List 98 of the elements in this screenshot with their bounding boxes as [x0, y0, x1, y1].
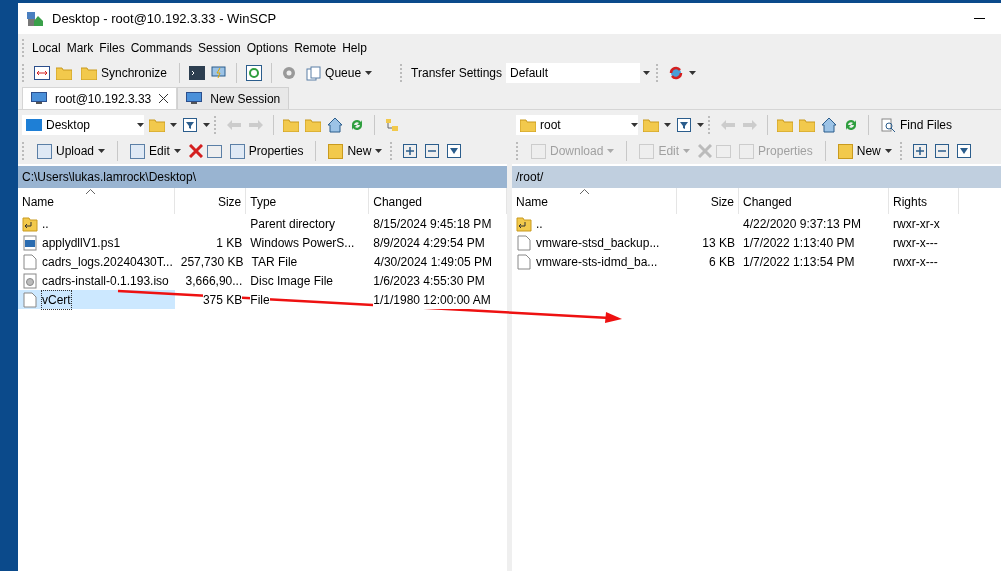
- toolbar-button[interactable]: Upload: [33, 140, 110, 162]
- file-row-name[interactable]: ..: [512, 214, 677, 233]
- menu-item[interactable]: Files: [96, 39, 128, 57]
- filter-icon[interactable]: [181, 116, 199, 134]
- transfer-settings-dropdown[interactable]: Default: [506, 63, 652, 83]
- caret-icon[interactable]: [631, 123, 638, 127]
- window-title: Desktop - root@10.192.3.33 - WinSCP: [52, 9, 278, 28]
- plus-icon[interactable]: [401, 142, 420, 160]
- folder-icon: [520, 118, 536, 132]
- caret-icon[interactable]: [642, 71, 650, 75]
- minimize-icon[interactable]: [974, 17, 985, 20]
- monitor-icon: [26, 119, 42, 131]
- disc-image-icon: [22, 272, 38, 289]
- column-header[interactable]: Changed: [739, 188, 889, 214]
- menu-item[interactable]: Local: [29, 39, 64, 57]
- file-name: vCert: [42, 290, 71, 309]
- toolbar-button[interactable]: Properties: [225, 140, 308, 162]
- plus-icon[interactable]: [910, 142, 929, 160]
- transfer-settings-label: Transfer Settings: [411, 65, 502, 82]
- file-row-name[interactable]: vmware-sts-idmd_ba...: [512, 252, 677, 271]
- caret-icon[interactable]: [137, 123, 144, 127]
- location-dropdown[interactable]: Desktop: [22, 115, 144, 135]
- queue-icon: [306, 65, 322, 81]
- column-header[interactable]: Size: [175, 188, 247, 214]
- app-icon: [26, 10, 44, 27]
- session-tab[interactable]: New Session: [177, 87, 290, 109]
- caret-icon[interactable]: [697, 123, 704, 127]
- file-row-name[interactable]: vCert: [18, 290, 176, 309]
- toolbar-button[interactable]: New: [324, 140, 387, 162]
- home-icon[interactable]: [326, 116, 344, 134]
- filter-icon[interactable]: [954, 142, 973, 160]
- file-row-name[interactable]: vmware-stsd_backup...: [512, 233, 677, 252]
- column-header[interactable]: Name: [18, 188, 176, 214]
- file-icon: [22, 291, 38, 308]
- file-name: cadrs-install-0.1.193.iso: [42, 272, 169, 290]
- toolbar-button[interactable]: Edit: [126, 140, 185, 162]
- column-header[interactable]: Name: [512, 188, 677, 214]
- search-icon: [881, 117, 896, 133]
- session-tab[interactable]: root@10.192.3.33: [22, 87, 178, 109]
- file-icon: [516, 253, 532, 270]
- find-files-button[interactable]: Find Files: [877, 114, 956, 136]
- caret-icon[interactable]: [664, 123, 671, 127]
- menu-item[interactable]: Remote: [291, 39, 340, 57]
- compare-icon[interactable]: [33, 64, 51, 82]
- folder-icon: [81, 66, 97, 80]
- column-header[interactable]: Changed: [369, 188, 507, 214]
- file-name: applydllV1.ps1: [42, 234, 121, 252]
- terminal-icon[interactable]: [188, 64, 207, 82]
- location-text: Desktop: [46, 117, 92, 134]
- column-header[interactable]: Type: [246, 188, 370, 214]
- file-name: cadrs_logs.20240430T...: [42, 253, 173, 271]
- menu-item[interactable]: Help: [339, 39, 370, 57]
- file-icon: [516, 234, 532, 251]
- path-bar: /root/: [512, 166, 1001, 188]
- caret-icon: [884, 149, 892, 153]
- caret-icon: [375, 149, 383, 153]
- caret-icon: [607, 149, 615, 153]
- caret-icon: [683, 149, 691, 153]
- synchronize-button[interactable]: Synchronize: [77, 62, 172, 84]
- caret-icon: [173, 149, 181, 153]
- file-name: ..: [42, 215, 49, 233]
- menu-item[interactable]: Options: [243, 39, 292, 57]
- menu-item[interactable]: Commands: [127, 39, 196, 57]
- sort-ascending-icon: [86, 189, 95, 194]
- toolbar-button[interactable]: New: [833, 140, 896, 162]
- file-row-name[interactable]: cadrs-install-0.1.193.iso: [18, 271, 176, 290]
- file-name: vmware-stsd_backup...: [536, 234, 660, 252]
- caret-icon[interactable]: [203, 123, 210, 127]
- caret-icon: [365, 71, 373, 75]
- file-icon: [22, 253, 38, 270]
- menu-item[interactable]: Session: [195, 39, 244, 57]
- close-icon[interactable]: [159, 94, 169, 103]
- file-name: vmware-sts-idmd_ba...: [536, 253, 658, 271]
- filter-icon[interactable]: [445, 142, 464, 160]
- monitor-icon: [186, 92, 203, 105]
- file-name: ..: [536, 215, 543, 233]
- file-row-name[interactable]: cadrs_logs.20240430T...: [18, 252, 177, 271]
- reconnect-icon[interactable]: [667, 64, 685, 82]
- location-dropdown[interactable]: root: [516, 115, 638, 135]
- minus-icon[interactable]: [423, 142, 442, 160]
- caret-icon: [98, 149, 106, 153]
- column-header[interactable]: Rights: [889, 188, 959, 214]
- column-header[interactable]: Size: [677, 188, 739, 214]
- queue-button[interactable]: Queue: [302, 62, 377, 84]
- monitor-icon: [31, 92, 47, 105]
- file-row-name[interactable]: ..: [18, 214, 176, 233]
- home-icon[interactable]: [820, 116, 838, 134]
- location-text: root: [540, 117, 562, 134]
- menu-item[interactable]: Mark: [63, 39, 97, 57]
- file-row-name[interactable]: applydllV1.ps1: [18, 233, 176, 252]
- sort-ascending-icon: [580, 189, 589, 194]
- caret-icon[interactable]: [170, 123, 177, 127]
- caret-icon[interactable]: [689, 71, 696, 75]
- minus-icon[interactable]: [932, 142, 951, 160]
- script-file-icon: [22, 234, 38, 251]
- delete-icon[interactable]: [188, 144, 203, 158]
- path-bar: C:\Users\lukas.lamrock\Desktop\: [18, 166, 507, 188]
- filter-icon[interactable]: [675, 116, 693, 134]
